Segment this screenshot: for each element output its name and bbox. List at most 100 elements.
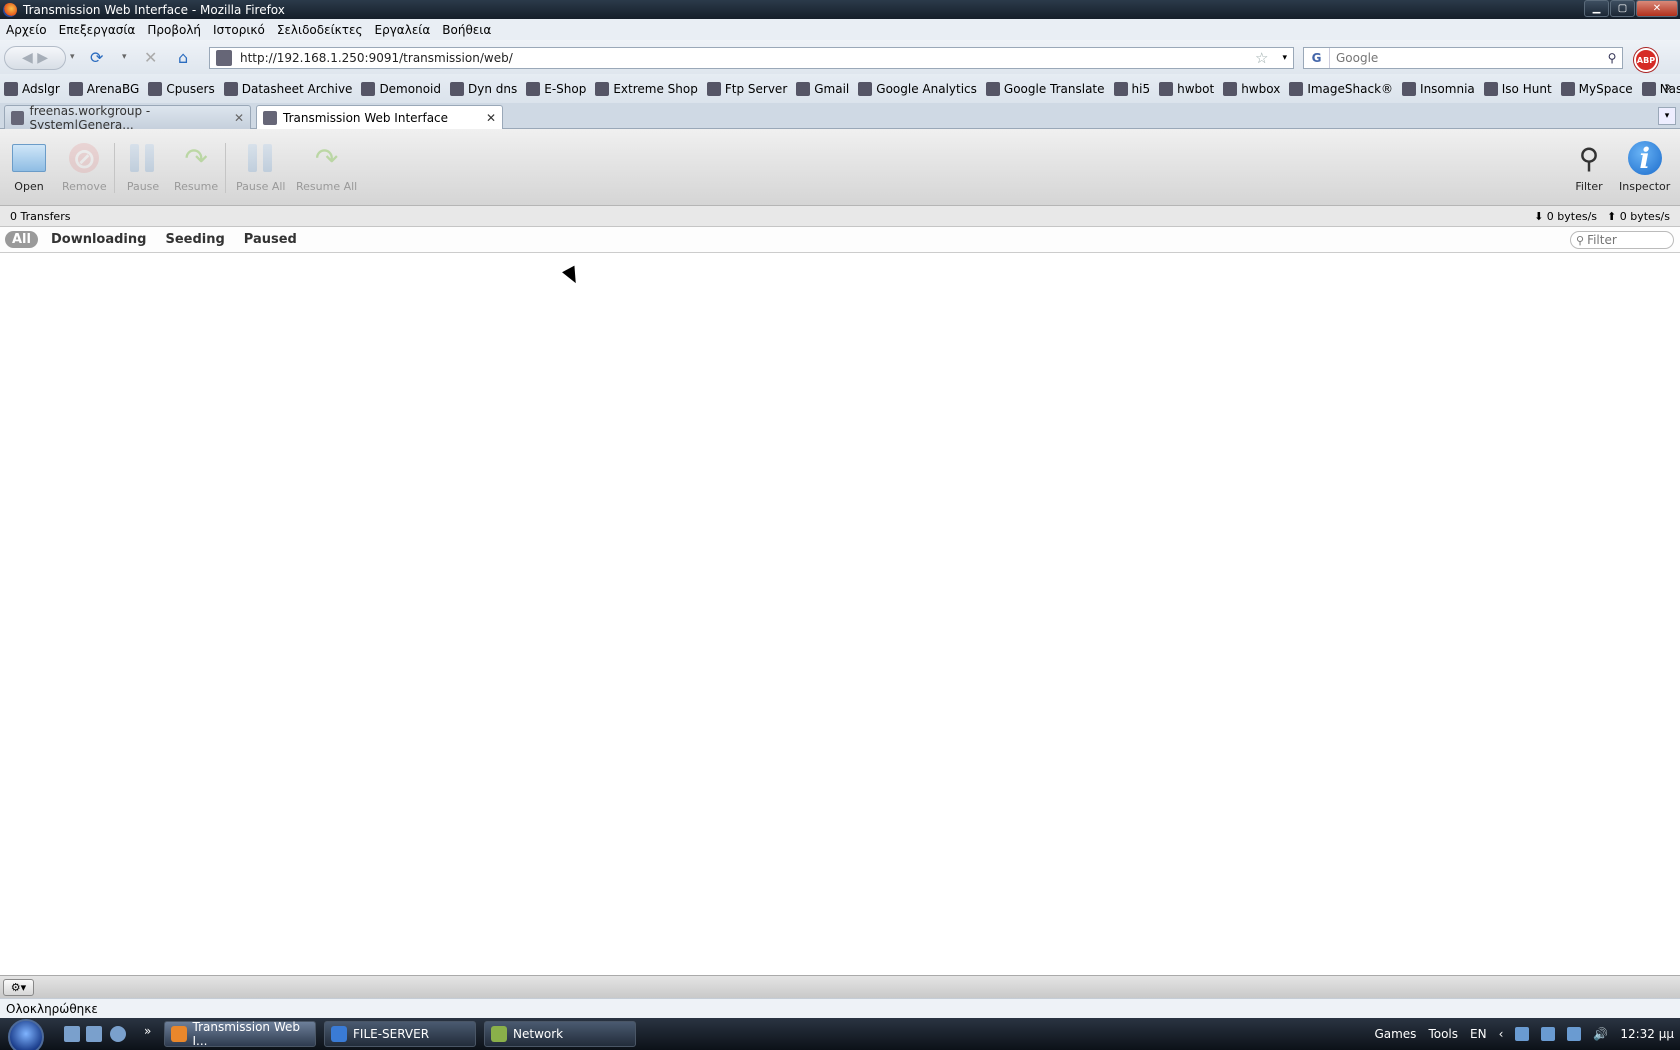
filter-button[interactable]: ⚲ Filter xyxy=(1572,141,1606,194)
filter-input[interactable] xyxy=(1587,233,1660,247)
bookmark-icon xyxy=(450,81,464,96)
tray-app-icon[interactable] xyxy=(1515,1027,1530,1041)
bookmark-item[interactable]: Cpusers xyxy=(148,81,215,96)
bookmark-item[interactable]: hwbox xyxy=(1223,81,1280,96)
resume-all-button[interactable]: ↷ Resume All xyxy=(296,141,357,194)
pause-icon xyxy=(126,141,160,175)
close-tab-icon[interactable]: ✕ xyxy=(486,111,496,125)
pause-button[interactable]: Pause xyxy=(126,141,160,193)
bookmark-star-icon[interactable]: ☆ xyxy=(1255,49,1268,67)
stop-icon[interactable]: ✕ xyxy=(144,46,157,68)
tab-favicon xyxy=(263,110,277,125)
download-arrow-icon: ⬇ xyxy=(1534,210,1544,223)
open-button[interactable]: Open xyxy=(12,141,46,193)
network-tray-icon[interactable] xyxy=(1567,1027,1582,1041)
history-dropdown-icon[interactable]: ▾ xyxy=(70,46,75,68)
bookmark-item[interactable]: Gmail xyxy=(796,81,849,96)
filter-search-box[interactable]: ⚲ xyxy=(1570,231,1674,249)
bookmark-item[interactable]: hwbot xyxy=(1159,81,1214,96)
menu-history[interactable]: Ιστορικό xyxy=(213,23,265,37)
quicklaunch-icon[interactable] xyxy=(110,1026,126,1042)
start-button[interactable] xyxy=(8,1019,44,1050)
pause-all-button[interactable]: Pause All xyxy=(236,141,285,193)
browser-status-text: Ολοκληρώθηκε xyxy=(6,1001,98,1016)
bookmark-icon xyxy=(223,81,238,96)
tray-games[interactable]: Games xyxy=(1374,1027,1416,1041)
bookmark-item[interactable]: Nas Server xyxy=(1641,81,1680,96)
search-bar[interactable]: G ⚲ xyxy=(1303,47,1623,69)
bookmark-item[interactable]: hi5 xyxy=(1113,81,1150,96)
reload-icon[interactable]: ⟳ xyxy=(90,46,103,68)
bookmark-item[interactable]: Extreme Shop xyxy=(595,81,698,96)
bookmark-item[interactable]: Insomnia xyxy=(1402,81,1475,96)
maximize-button[interactable]: ▢ xyxy=(1610,0,1635,17)
volume-icon[interactable]: 🔊 xyxy=(1593,1027,1608,1041)
bookmark-item[interactable]: E-Shop xyxy=(526,81,586,96)
filter-bar: All Downloading Seeding Paused ⚲ xyxy=(0,227,1680,253)
bookmark-item[interactable]: ArenaBG xyxy=(68,81,139,96)
menu-edit[interactable]: Επεξεργασία xyxy=(59,23,136,37)
taskbar-button-network[interactable]: Network xyxy=(484,1021,636,1047)
menu-tools[interactable]: Εργαλεία xyxy=(375,23,431,37)
resume-button[interactable]: ↷ Resume xyxy=(174,141,218,194)
bookmark-item[interactable]: Demonoid xyxy=(361,81,441,96)
close-tab-icon[interactable]: ✕ xyxy=(234,111,244,125)
bookmarks-toolbar: Adslgr ArenaBG Cpusers Datasheet Archive… xyxy=(0,74,1680,103)
toolbar-divider xyxy=(114,143,115,193)
bookmark-item[interactable]: Iso Hunt xyxy=(1483,81,1552,96)
bookmark-item[interactable]: Dyn dns xyxy=(450,81,517,96)
bookmark-item[interactable]: Ftp Server xyxy=(706,81,787,96)
bookmark-icon xyxy=(1483,81,1498,96)
bookmark-item[interactable]: Google Analytics xyxy=(858,81,977,96)
menu-help[interactable]: Βοήθεια xyxy=(442,23,491,37)
inspector-button[interactable]: i Inspector xyxy=(1619,141,1670,193)
filter-seeding[interactable]: Seeding xyxy=(165,232,224,247)
close-window-button[interactable]: ✕ xyxy=(1636,0,1678,17)
filter-downloading[interactable]: Downloading xyxy=(51,232,146,247)
taskbar-button-file-server[interactable]: FILE-SERVER xyxy=(324,1021,476,1047)
clock[interactable]: 12:32 μμ xyxy=(1620,1027,1674,1041)
menu-view[interactable]: Προβολή xyxy=(147,23,201,37)
bookmark-item[interactable]: MySpace xyxy=(1560,81,1633,96)
bookmark-item[interactable]: Google Translate xyxy=(985,81,1105,96)
bookmark-item[interactable]: Datasheet Archive xyxy=(223,81,352,96)
bookmark-icon xyxy=(68,81,83,96)
url-dropdown-icon[interactable]: ▾ xyxy=(1282,53,1287,63)
tab-list-dropdown-icon[interactable]: ▾ xyxy=(1658,107,1676,125)
adblock-icon[interactable]: ABP xyxy=(1634,48,1658,72)
tab-transmission[interactable]: Transmission Web Interface ✕ xyxy=(256,105,503,129)
back-forward-buttons[interactable]: ◀ ▶ xyxy=(4,46,66,70)
filter-all[interactable]: All xyxy=(5,231,38,248)
search-engine-icon[interactable]: G xyxy=(1304,48,1330,68)
taskbar-button-firefox[interactable]: Transmission Web I... xyxy=(164,1020,316,1048)
tab-freenas[interactable]: freenas.workgroup - System|Genera... ✕ xyxy=(4,104,251,132)
settings-gear-button[interactable]: ⚙▾ xyxy=(3,979,34,996)
torrent-list xyxy=(0,254,1680,975)
tray-expand-icon[interactable]: ‹ xyxy=(1499,1027,1504,1041)
search-input[interactable] xyxy=(1330,51,1602,65)
home-icon[interactable]: ⌂ xyxy=(178,46,188,68)
tray-app-icon[interactable] xyxy=(1541,1027,1556,1041)
switch-windows-icon[interactable] xyxy=(86,1026,102,1042)
language-indicator[interactable]: EN xyxy=(1470,1027,1487,1041)
quicklaunch-overflow-icon[interactable]: » xyxy=(144,1024,151,1038)
bookmarks-overflow-icon[interactable]: » xyxy=(1664,80,1672,95)
url-bar[interactable]: http://192.168.1.250:9091/transmission/w… xyxy=(209,47,1294,69)
url-text[interactable]: http://192.168.1.250:9091/transmission/w… xyxy=(240,51,1255,65)
search-icon[interactable]: ⚲ xyxy=(1602,51,1622,65)
remove-button[interactable]: ⊘ Remove xyxy=(62,141,107,194)
filter-paused[interactable]: Paused xyxy=(244,232,297,247)
menu-bookmarks[interactable]: Σελιδοδείκτες xyxy=(277,23,363,37)
bookmark-icon xyxy=(858,81,873,96)
bookmark-item[interactable]: Adslgr xyxy=(4,81,60,96)
gear-icon: ⚙▾ xyxy=(10,981,27,994)
menu-file[interactable]: Αρχείο xyxy=(6,23,47,37)
minimize-button[interactable]: ▁ xyxy=(1584,0,1609,17)
show-desktop-icon[interactable] xyxy=(64,1026,80,1042)
tray-tools[interactable]: Tools xyxy=(1428,1027,1458,1041)
bookmark-icon xyxy=(526,81,541,96)
bookmark-item[interactable]: ImageShack® xyxy=(1289,81,1393,96)
tab-favicon xyxy=(11,110,24,125)
reload-dropdown-icon[interactable]: ▾ xyxy=(122,46,127,68)
resume-all-icon: ↷ xyxy=(314,141,339,175)
